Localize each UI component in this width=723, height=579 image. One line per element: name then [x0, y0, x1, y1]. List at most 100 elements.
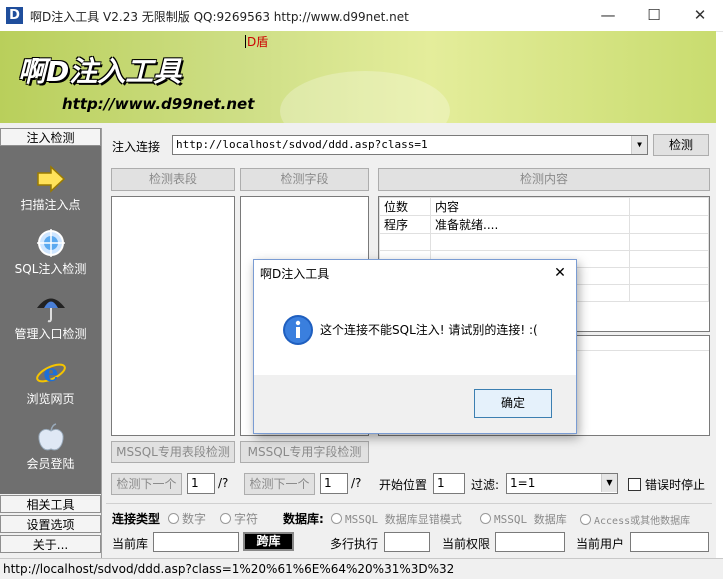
start-position-label: 开始位置: [379, 478, 428, 492]
radio-dot[interactable]: [220, 513, 231, 524]
current-perm-label: 当前权限: [442, 537, 491, 551]
sidebar-item-label: 管理入口检测: [14, 327, 87, 341]
db-access-label: Access或其他数据库: [594, 516, 691, 527]
banner-decoration: [280, 71, 450, 123]
conn-type-number-label: 数字: [182, 512, 207, 526]
conn-type-label: 连接类型: [112, 512, 161, 526]
maximize-button[interactable]: ☐: [631, 0, 677, 31]
url-label: 注入连接: [112, 140, 161, 154]
status-text: http://localhost/sdvod/ddd.asp?class=1%2…: [3, 562, 455, 576]
filter-value: 1=1: [510, 476, 536, 490]
sidebar-tab-inject-detect[interactable]: 注入检测: [0, 128, 101, 146]
column-header-empty: [629, 197, 709, 216]
info-icon: [283, 315, 313, 345]
table-row[interactable]: 程序 准备就绪....: [379, 215, 709, 234]
dialog-title: 啊D注入工具: [260, 267, 330, 281]
status-bar: http://localhost/sdvod/ddd.asp?class=1%2…: [0, 558, 723, 579]
sidebar-item-sql-detect[interactable]: SQL注入检测: [0, 224, 101, 288]
next-table-total: /?: [218, 476, 229, 490]
conn-type-string-label: 字符: [234, 512, 259, 526]
window-title: 啊D注入工具 V2.23 无限制版 QQ:9269563 http://www.…: [30, 10, 409, 24]
window-titlebar: D 啊D注入工具 V2.23 无限制版 QQ:9269563 http://ww…: [0, 0, 723, 32]
ok-button[interactable]: 确定: [474, 389, 552, 418]
db-access-radio[interactable]: Access或其他数据库: [580, 512, 690, 527]
db-mssql-error-label: MSSQL 数据库显错模式: [345, 513, 462, 526]
table-cell-empty: [629, 215, 709, 234]
sidebar: 注入检测 扫描注入点 SQL注入检测 管理入口检测 e 浏览网页 会员登陆 相关…: [0, 128, 102, 558]
sidebar-item-admin-entry[interactable]: 管理入口检测: [0, 289, 101, 353]
detect-tables-button[interactable]: 检测表段: [111, 168, 235, 191]
sidebar-panel: 扫描注入点 SQL注入检测 管理入口检测 e 浏览网页 会员登陆: [0, 146, 101, 494]
chevron-down-icon[interactable]: ▼: [601, 474, 617, 492]
radio-dot[interactable]: [480, 513, 491, 524]
dshield-link[interactable]: D盾: [247, 33, 268, 50]
banner-logo: 啊D注入工具: [18, 55, 182, 88]
dialog-close-button[interactable]: ✕: [544, 260, 576, 287]
url-combobox[interactable]: http://localhost/sdvod/ddd.asp?class=1 ▼: [172, 135, 648, 155]
sidebar-item-label: 浏览网页: [26, 392, 75, 406]
sidebar-item-label: SQL注入检测: [14, 262, 87, 276]
dialog-footer: 确定: [254, 375, 576, 433]
radio-dot[interactable]: [331, 513, 342, 524]
sidebar-tab-settings[interactable]: 设置选项: [0, 515, 101, 533]
close-button[interactable]: ✕: [677, 0, 723, 31]
apple-icon: [37, 423, 64, 451]
content-header-row: 位数 内容: [379, 197, 709, 216]
chevron-down-icon[interactable]: ▼: [631, 136, 647, 154]
dialog-body: 这个连接不能SQL注入! 请试别的连接! :(: [254, 287, 576, 375]
column-header[interactable]: 位数: [379, 197, 431, 216]
minimize-button[interactable]: —: [585, 0, 631, 31]
db-mssql-label: MSSQL 数据库: [494, 513, 567, 526]
next-table-index[interactable]: 1: [187, 473, 215, 494]
db-mssql-radio[interactable]: MSSQL 数据库: [480, 511, 567, 527]
exploit-button[interactable]: 跨库: [243, 532, 294, 551]
table-cell: 准备就绪....: [430, 215, 630, 234]
current-perm-field[interactable]: [495, 532, 565, 552]
current-db-field[interactable]: [153, 532, 239, 552]
sidebar-item-browse[interactable]: e 浏览网页: [0, 354, 101, 418]
sidebar-tab-tools[interactable]: 相关工具: [0, 495, 101, 513]
sidebar-item-label: 扫描注入点: [20, 198, 81, 212]
radio-dot[interactable]: [168, 513, 179, 524]
next-field-button[interactable]: 检测下一个: [244, 473, 315, 495]
app-icon: D: [6, 7, 23, 24]
sidebar-item-member-login[interactable]: 会员登陆: [0, 419, 101, 483]
multi-exec-label: 多行执行: [330, 537, 379, 551]
db-mssql-error-radio[interactable]: MSSQL 数据库显错模式: [331, 511, 462, 527]
banner-url: http://www.d99net.net: [62, 95, 255, 113]
svg-text:e: e: [43, 358, 58, 387]
menu-divider: [245, 35, 246, 48]
message-dialog: 啊D注入工具 ✕ 这个连接不能SQL注入! 请试别的连接! :( 确定: [253, 259, 577, 434]
sidebar-item-scan[interactable]: 扫描注入点: [0, 160, 101, 224]
column-header[interactable]: 内容: [430, 197, 630, 216]
radio-dot[interactable]: [580, 514, 591, 525]
multi-exec-field[interactable]: [384, 532, 430, 552]
filter-label: 过滤:: [471, 478, 500, 492]
table-row: [379, 233, 709, 251]
detect-content-button[interactable]: 检测内容: [378, 168, 710, 191]
start-position-input[interactable]: 1: [433, 473, 465, 494]
next-table-button[interactable]: 检测下一个: [111, 473, 182, 495]
current-user-label: 当前用户: [576, 537, 625, 551]
checkbox-box[interactable]: [628, 478, 641, 491]
detect-fields-button[interactable]: 检测字段: [240, 168, 369, 191]
divider: [106, 503, 712, 504]
tables-list[interactable]: [111, 196, 235, 436]
conn-type-number-radio[interactable]: 数字: [168, 510, 206, 527]
current-db-label: 当前库: [112, 537, 149, 551]
sidebar-tab-about[interactable]: 关于...: [0, 535, 101, 553]
conn-type-string-radio[interactable]: 字符: [220, 510, 258, 527]
arrow-right-icon: [36, 165, 65, 193]
stop-on-error-label: 错误时停止: [645, 478, 706, 492]
sidebar-item-label: 会员登陆: [26, 457, 75, 471]
table-cell: 程序: [379, 215, 431, 234]
next-field-index[interactable]: 1: [320, 473, 348, 494]
filter-select[interactable]: 1=1 ▼: [506, 473, 618, 494]
check-button[interactable]: 检测: [653, 134, 709, 156]
dialog-titlebar: 啊D注入工具 ✕: [254, 260, 576, 287]
current-user-field[interactable]: [630, 532, 709, 552]
stop-on-error-checkbox[interactable]: 错误时停止: [628, 476, 705, 493]
mssql-fields-button[interactable]: MSSQL专用字段检测: [240, 441, 369, 463]
mssql-tables-button[interactable]: MSSQL专用表段检测: [111, 441, 235, 463]
umbrella-icon: [36, 298, 65, 323]
